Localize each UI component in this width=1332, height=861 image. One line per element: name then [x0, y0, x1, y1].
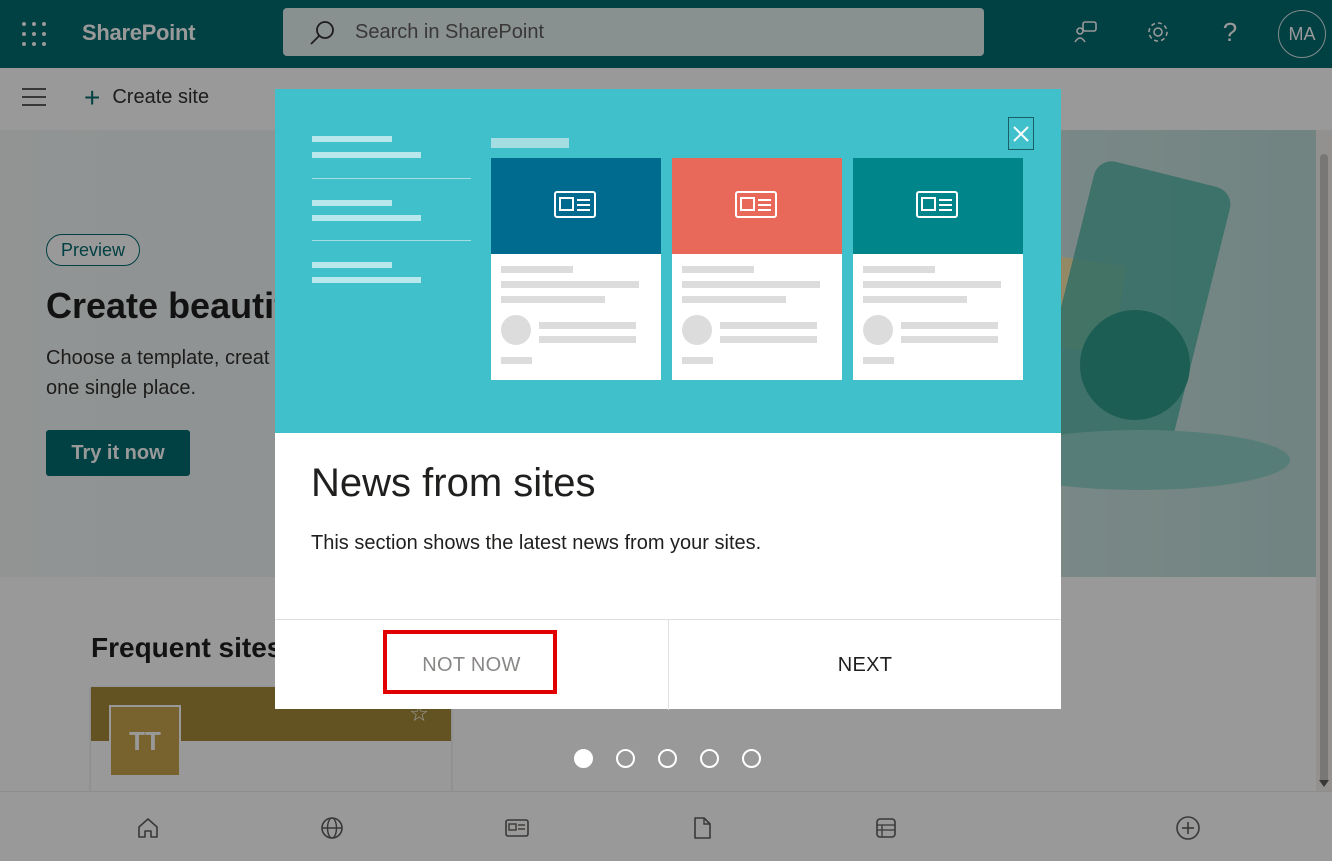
pager-dot[interactable] [700, 749, 719, 768]
news-illustration-graphic [312, 136, 1023, 380]
pager-dot[interactable] [658, 749, 677, 768]
pager-dot[interactable] [574, 749, 593, 768]
close-icon[interactable] [1008, 117, 1034, 150]
pager-dot[interactable] [742, 749, 761, 768]
next-button[interactable]: NEXT [668, 620, 1061, 710]
dialog-footer: NOT NOW NEXT [275, 619, 1061, 710]
dialog-body: This section shows the latest news from … [311, 532, 762, 554]
news-card-graphic [491, 158, 661, 380]
news-card-graphic [672, 158, 842, 380]
annotation-highlight-box [383, 630, 557, 694]
pager-dots [574, 749, 784, 768]
news-card-graphic [853, 158, 1023, 380]
dialog-title: News from sites [311, 461, 596, 505]
pager-dot[interactable] [616, 749, 635, 768]
news-illustration [275, 89, 1061, 433]
teaching-dialog: News from sites This section shows the l… [275, 89, 1061, 710]
